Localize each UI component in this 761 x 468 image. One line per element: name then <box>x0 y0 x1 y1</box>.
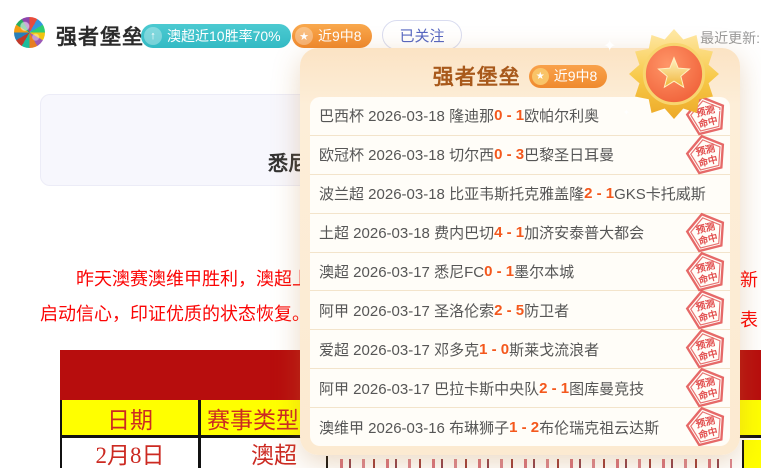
streak-badge: ★ 近9中8 <box>292 24 372 48</box>
match-teams: 斯莱戈流浪者 <box>509 339 599 360</box>
star-icon: ★ <box>532 68 549 85</box>
analysis-text-line1-end: 新 <box>740 266 758 292</box>
match-teams: 图库曼竞技 <box>569 378 644 399</box>
table-column-border <box>326 456 328 468</box>
match-teams: 墨尔本城 <box>514 261 574 282</box>
match-score: 2 - 5 <box>494 302 524 319</box>
match-teams: 欧帕尔利奥 <box>524 105 599 126</box>
sparkle-icon: ✦ <box>712 104 722 118</box>
match-teams: 防卫者 <box>524 300 569 321</box>
match-teams: 爱超 2026-03-17 邓多克 <box>319 339 479 360</box>
match-teams: 澳维甲 2026-03-16 布琳狮子 <box>319 417 509 438</box>
match-row[interactable]: 阿甲 2026-03-17 圣洛伦索2 - 5防卫者 <box>310 291 730 330</box>
up-arrow-icon: ↑ <box>144 27 162 45</box>
prediction-hit-stamp-icon <box>685 250 728 293</box>
win-rate-badge: ↑ 澳超近10胜率70% <box>141 24 291 48</box>
match-score: 4 - 1 <box>494 224 524 241</box>
match-teams: 加济安泰普大都会 <box>524 222 644 243</box>
match-row[interactable]: 波兰超 2026-03-18 比亚韦斯托克雅盖隆2 - 1GKS卡托威斯 <box>310 175 730 214</box>
popup-streak-label: 近9中8 <box>554 66 598 86</box>
analysis-text-line1: 昨天澳赛澳维甲胜利，澳超上 <box>76 265 310 291</box>
popup-title: 强者堡垒 <box>433 61 521 91</box>
prediction-hit-stamp-icon <box>685 289 728 332</box>
clipped-table-text <box>340 459 732 468</box>
analysis-text-line2-end: 表 <box>740 306 758 332</box>
prediction-hit-stamp-icon <box>685 406 728 446</box>
match-teams: 波兰超 2026-03-18 比亚韦斯托克雅盖隆 <box>319 183 584 204</box>
match-teams: 巴黎圣日耳曼 <box>524 144 614 165</box>
match-teams: 欧冠杯 2026-03-18 切尔西 <box>319 144 494 165</box>
prediction-hit-stamp-icon <box>685 367 728 410</box>
popup-streak-badge: ★ 近9中8 <box>529 65 608 88</box>
match-teams: 土超 2026-03-18 费内巴切 <box>319 222 494 243</box>
match-score: 0 - 3 <box>494 146 524 163</box>
page-title: 强者堡垒 <box>56 21 144 51</box>
match-row[interactable]: 澳维甲 2026-03-16 布琳狮子1 - 2布伦瑞克祖云达斯 <box>310 408 730 446</box>
page: 强者堡垒 ↑ 澳超近10胜率70% ★ 近9中8 已关注 最近更新: 悉尼 昨天… <box>0 0 761 468</box>
prediction-hit-stamp-icon <box>685 328 728 371</box>
match-row[interactable]: 爱超 2026-03-17 邓多克1 - 0斯莱戈流浪者 <box>310 330 730 369</box>
match-score: 2 - 1 <box>539 380 569 397</box>
avatar[interactable] <box>14 17 45 48</box>
sparkle-icon: ✦ <box>623 108 630 117</box>
match-row[interactable]: 阿甲 2026-03-17 巴拉卡斯中央队2 - 1图库曼竞技 <box>310 369 730 408</box>
match-teams: 澳超 2026-03-17 悉尼FC <box>319 261 484 282</box>
followed-button[interactable]: 已关注 <box>382 20 462 50</box>
match-teams: GKS卡托威斯 <box>614 183 706 204</box>
match-row[interactable]: 欧冠杯 2026-03-18 切尔西0 - 3巴黎圣日耳曼 <box>310 136 730 175</box>
match-teams: 阿甲 2026-03-17 巴拉卡斯中央队 <box>319 378 539 399</box>
match-list: 巴西杯 2026-03-18 隆迪那0 - 1欧帕尔利奥 欧冠杯 2026-03… <box>310 97 730 446</box>
match-score: 1 - 0 <box>479 341 509 358</box>
match-row[interactable]: 土超 2026-03-18 费内巴切4 - 1加济安泰普大都会 <box>310 214 730 253</box>
streak-badge-label: 近9中8 <box>318 26 362 46</box>
match-score: 0 - 1 <box>484 263 514 280</box>
match-score: 1 - 2 <box>509 419 539 436</box>
prediction-hit-stamp-icon <box>685 133 728 176</box>
analysis-text-line2: 启动信心，印证优质的状态恢复。 <box>40 300 310 326</box>
table-cell-date: 2月8日 <box>62 438 201 468</box>
prediction-hit-stamp-icon <box>685 211 728 254</box>
match-teams: 布伦瑞克祖云达斯 <box>539 417 659 438</box>
gold-medal-icon <box>628 28 720 120</box>
match-teams: 阿甲 2026-03-17 圣洛伦索 <box>319 300 494 321</box>
match-teams: 巴西杯 2026-03-18 隆迪那 <box>319 105 494 126</box>
match-score: 2 - 1 <box>584 185 614 202</box>
sparkle-icon: ✦ <box>603 36 616 56</box>
match-score: 0 - 1 <box>494 107 524 124</box>
table-yellow-cell <box>742 440 761 468</box>
table-header-date: 日期 <box>62 400 201 435</box>
star-icon: ★ <box>295 27 313 45</box>
match-row[interactable]: 澳超 2026-03-17 悉尼FC0 - 1墨尔本城 <box>310 253 730 292</box>
win-rate-badge-label: 澳超近10胜率70% <box>167 26 281 46</box>
